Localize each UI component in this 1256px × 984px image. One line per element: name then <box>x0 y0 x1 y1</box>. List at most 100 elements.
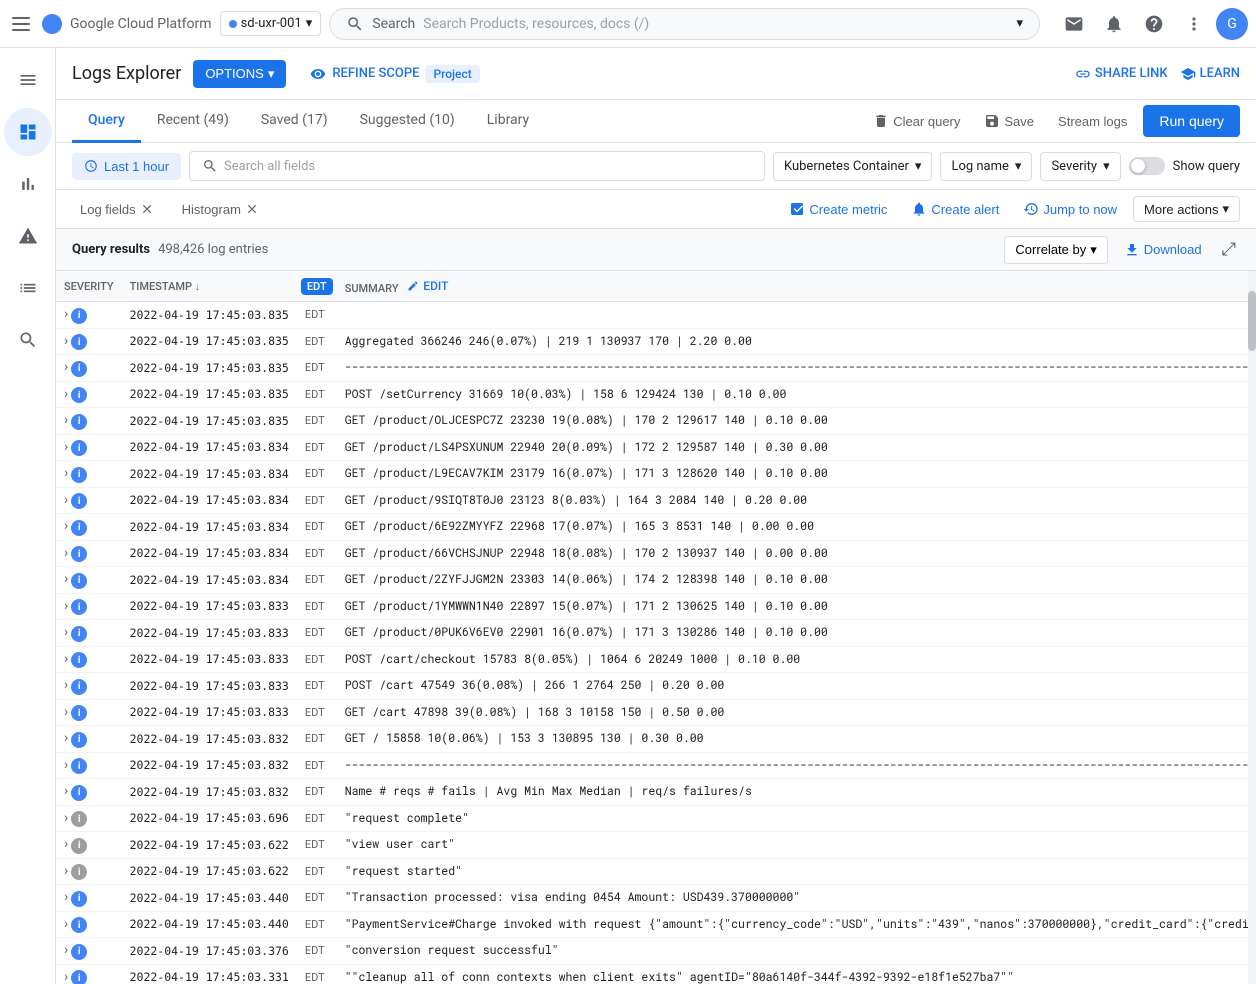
clear-query-button[interactable]: Clear query <box>865 109 968 133</box>
table-row[interactable]: › i 2022-04-19 17:45:03.835 EDT --------… <box>56 355 1256 382</box>
expand-arrow[interactable]: › <box>64 969 68 984</box>
table-row[interactable]: › i 2022-04-19 17:45:03.835 EDT GET /pro… <box>56 408 1256 435</box>
avatar[interactable]: G <box>1216 8 1248 40</box>
table-row[interactable]: › i 2022-04-19 17:45:03.833 EDT POST /ca… <box>56 673 1256 700</box>
table-row[interactable]: › i 2022-04-19 17:45:03.331 EDT ""cleanu… <box>56 964 1256 984</box>
expand-arrow[interactable]: › <box>64 598 68 614</box>
toggle-track[interactable] <box>1129 157 1165 175</box>
search-expand-icon[interactable]: ▾ <box>1016 16 1023 31</box>
create-metric-button[interactable]: Create metric <box>781 197 895 221</box>
table-row[interactable]: › i 2022-04-19 17:45:03.376 EDT "convers… <box>56 938 1256 965</box>
project-selector[interactable]: sd-uxr-001 ▾ <box>220 11 322 36</box>
run-query-button[interactable]: Run query <box>1143 105 1240 137</box>
tab-recent[interactable]: Recent (49) <box>141 100 245 143</box>
expand-arrow[interactable]: › <box>64 386 68 402</box>
gcp-logo[interactable]: Google Cloud Platform <box>40 12 212 36</box>
table-row[interactable]: › i 2022-04-19 17:45:03.440 EDT "Payment… <box>56 911 1256 938</box>
search-all-fields-input[interactable]: Search all fields <box>189 151 765 181</box>
sidebar-search-icon[interactable] <box>4 316 52 364</box>
scrollbar[interactable] <box>1248 271 1256 984</box>
table-row[interactable]: › i 2022-04-19 17:45:03.833 EDT POST /ca… <box>56 646 1256 673</box>
expand-arrow[interactable]: › <box>64 306 68 322</box>
time-filter-button[interactable]: Last 1 hour <box>72 153 181 180</box>
table-row[interactable]: › i 2022-04-19 17:45:03.832 EDT GET / 15… <box>56 726 1256 753</box>
timestamp-header[interactable]: TIMESTAMP ↓ <box>122 271 297 302</box>
notifications-icon-btn[interactable] <box>1096 6 1132 42</box>
options-button[interactable]: OPTIONS ▾ <box>193 60 286 88</box>
table-row[interactable]: › i 2022-04-19 17:45:03.832 EDT Name # r… <box>56 779 1256 806</box>
tab-suggested[interactable]: Suggested (10) <box>344 100 471 143</box>
table-row[interactable]: › i 2022-04-19 17:45:03.833 EDT GET /pro… <box>56 593 1256 620</box>
sidebar-dashboard-icon[interactable] <box>4 108 52 156</box>
kubernetes-filter-chip[interactable]: Kubernetes Container ▾ <box>773 152 932 181</box>
jump-to-now-button[interactable]: Jump to now <box>1015 197 1125 221</box>
more-options-icon-btn[interactable] <box>1176 6 1212 42</box>
table-row[interactable]: › i 2022-04-19 17:45:03.834 EDT GET /pro… <box>56 434 1256 461</box>
expand-arrow[interactable]: › <box>64 571 68 587</box>
expand-arrow[interactable]: › <box>64 412 68 428</box>
scrollbar-thumb[interactable] <box>1248 291 1256 351</box>
expand-arrow[interactable]: › <box>64 359 68 375</box>
expand-arrow[interactable]: › <box>64 730 68 746</box>
table-row[interactable]: › i 2022-04-19 17:45:03.440 EDT "Transac… <box>56 885 1256 912</box>
table-row[interactable]: › i 2022-04-19 17:45:03.833 EDT GET /pro… <box>56 620 1256 647</box>
table-row[interactable]: › i 2022-04-19 17:45:03.833 EDT GET /car… <box>56 699 1256 726</box>
table-row[interactable]: › i 2022-04-19 17:45:03.835 EDT POST /se… <box>56 381 1256 408</box>
expand-arrow[interactable]: › <box>64 889 68 905</box>
expand-arrow[interactable]: › <box>64 465 68 481</box>
table-row[interactable]: › i 2022-04-19 17:45:03.835 EDT Aggregat… <box>56 328 1256 355</box>
table-row[interactable]: › i 2022-04-19 17:45:03.622 EDT "request… <box>56 858 1256 885</box>
table-row[interactable]: › i 2022-04-19 17:45:03.832 EDT --------… <box>56 752 1256 779</box>
expand-arrow[interactable]: › <box>64 333 68 349</box>
sidebar-menu-icon[interactable] <box>4 56 52 104</box>
expand-arrow[interactable]: › <box>64 518 68 534</box>
expand-arrow[interactable]: › <box>64 810 68 826</box>
sidebar-list-icon[interactable] <box>4 264 52 312</box>
learn-button[interactable]: LEARN <box>1180 66 1240 82</box>
more-actions-button[interactable]: More actions ▾ <box>1133 196 1240 222</box>
edit-badge[interactable]: EDIT <box>401 277 454 295</box>
tab-library[interactable]: Library <box>471 100 545 143</box>
table-row[interactable]: › i 2022-04-19 17:45:03.835 EDT <box>56 302 1256 329</box>
table-row[interactable]: › i 2022-04-19 17:45:03.696 EDT "request… <box>56 805 1256 832</box>
expand-arrow[interactable]: › <box>64 704 68 720</box>
show-query-toggle[interactable]: Show query <box>1129 157 1240 175</box>
sidebar-bar-chart-icon[interactable] <box>4 160 52 208</box>
expand-arrow[interactable]: › <box>64 783 68 799</box>
stream-logs-button[interactable]: Stream logs <box>1050 110 1135 133</box>
log-fields-button[interactable]: Log fields <box>72 198 162 221</box>
severity-filter-chip[interactable]: Severity ▾ <box>1040 152 1120 181</box>
correlate-by-button[interactable]: Correlate by ▾ <box>1004 236 1107 264</box>
expand-arrow[interactable]: › <box>64 677 68 693</box>
expand-arrow[interactable]: › <box>64 757 68 773</box>
table-row[interactable]: › i 2022-04-19 17:45:03.834 EDT GET /pro… <box>56 461 1256 488</box>
help-icon-btn[interactable] <box>1136 6 1172 42</box>
expand-arrow[interactable]: › <box>64 916 68 932</box>
share-link-button[interactable]: SHARE LINK <box>1075 66 1168 82</box>
email-icon-btn[interactable] <box>1056 6 1092 42</box>
tab-saved[interactable]: Saved (17) <box>245 100 344 143</box>
hamburger-menu[interactable] <box>8 12 32 36</box>
sidebar-alert-icon[interactable] <box>4 212 52 260</box>
expand-arrow[interactable]: › <box>64 651 68 667</box>
global-search-bar[interactable]: Search Search Products, resources, docs … <box>329 8 1040 40</box>
expand-arrow[interactable]: › <box>64 492 68 508</box>
histogram-button[interactable]: Histogram <box>174 198 267 221</box>
expand-arrow[interactable]: › <box>64 439 68 455</box>
expand-arrow[interactable]: › <box>64 836 68 852</box>
tab-query[interactable]: Query <box>72 100 141 143</box>
save-button[interactable]: Save <box>976 109 1042 133</box>
download-button[interactable]: Download <box>1116 237 1210 263</box>
expand-button[interactable]: ⤢ <box>1218 235 1240 264</box>
create-alert-button[interactable]: Create alert <box>903 197 1007 221</box>
refine-scope-button[interactable]: REFINE SCOPE Project <box>310 65 479 83</box>
table-row[interactable]: › i 2022-04-19 17:45:03.622 EDT "view us… <box>56 832 1256 859</box>
expand-arrow[interactable]: › <box>64 624 68 640</box>
table-row[interactable]: › i 2022-04-19 17:45:03.834 EDT GET /pro… <box>56 487 1256 514</box>
expand-arrow[interactable]: › <box>64 863 68 879</box>
table-row[interactable]: › i 2022-04-19 17:45:03.834 EDT GET /pro… <box>56 540 1256 567</box>
expand-arrow[interactable]: › <box>64 942 68 958</box>
table-row[interactable]: › i 2022-04-19 17:45:03.834 EDT GET /pro… <box>56 514 1256 541</box>
log-name-filter-chip[interactable]: Log name ▾ <box>940 152 1032 181</box>
expand-arrow[interactable]: › <box>64 545 68 561</box>
